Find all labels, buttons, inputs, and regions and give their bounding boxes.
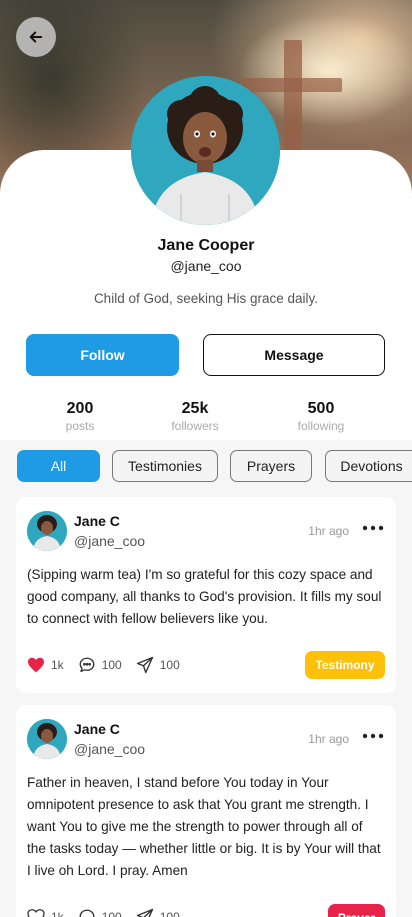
post-text: Father in heaven, I stand before You tod… [27, 775, 381, 878]
post-card[interactable]: Jane C @jane_coo 1hr ago (Sipping warm t… [16, 497, 396, 693]
follow-button[interactable]: Follow [26, 334, 179, 376]
post-time: 1hr ago [308, 732, 349, 746]
author-handle: @jane_coo [74, 533, 146, 549]
share-button[interactable]: 100 [136, 656, 180, 674]
post-actions: 1k 100 100 [27, 653, 194, 677]
like-button[interactable]: 1k [27, 657, 64, 673]
comment-button[interactable]: 100 [78, 656, 122, 674]
stat-value: 25k [181, 400, 209, 417]
arrow-left-icon [29, 31, 43, 43]
stat-value: 200 [66, 400, 94, 417]
comment-count: 100 [101, 910, 122, 917]
author-handle: @jane_coo [74, 741, 146, 757]
author-name[interactable]: Jane C [74, 721, 120, 737]
author-avatar[interactable] [27, 719, 67, 759]
post-tag-testimony[interactable]: Testimony [305, 651, 385, 679]
profile-name: Jane Cooper [157, 237, 255, 254]
share-count: 100 [159, 910, 180, 917]
profile-handle: @jane_coo [170, 258, 242, 274]
stat-posts[interactable]: 200 posts [25, 400, 135, 433]
post-card[interactable]: Jane C @jane_coo 1hr ago Father in heave… [16, 705, 396, 917]
comment-count: 100 [101, 658, 122, 672]
heart-icon [28, 657, 44, 673]
profile-avatar [131, 76, 280, 225]
stat-label: posts [65, 419, 95, 433]
author-name[interactable]: Jane C [74, 513, 120, 529]
filter-chip-prayers[interactable]: Prayers [230, 450, 312, 482]
more-horizontal-icon[interactable] [362, 519, 384, 537]
share-count: 100 [159, 658, 180, 672]
stat-following[interactable]: 500 following [266, 400, 376, 433]
post-tag-prayer[interactable]: Prayer [328, 904, 385, 917]
comment-button[interactable]: 100 [78, 908, 122, 917]
send-icon [136, 656, 153, 674]
heart-icon [27, 909, 45, 917]
filter-chip-testimonies[interactable]: Testimonies [112, 450, 218, 482]
author-avatar[interactable] [27, 511, 67, 551]
filter-chip-all[interactable]: All [17, 450, 100, 482]
back-button[interactable] [16, 17, 56, 57]
send-icon [136, 908, 153, 917]
like-count: 1k [51, 910, 64, 917]
like-button[interactable]: 1k [27, 909, 64, 917]
comment-icon [79, 909, 95, 917]
post-actions: 1k 100 100 [27, 905, 194, 917]
message-button[interactable]: Message [203, 334, 385, 376]
stat-followers[interactable]: 25k followers [140, 400, 250, 433]
comment-icon [79, 657, 95, 673]
more-horizontal-icon[interactable] [362, 727, 384, 745]
stat-label: followers [171, 419, 219, 433]
share-button[interactable]: 100 [136, 908, 180, 917]
like-count: 1k [51, 658, 64, 672]
profile-bio: Child of God, seeking His grace daily. [93, 291, 319, 306]
post-text: (Sipping warm tea) I'm so grateful for t… [27, 567, 382, 626]
filter-chip-devotions[interactable]: Devotions [325, 450, 412, 482]
post-time: 1hr ago [308, 524, 349, 538]
stat-value: 500 [307, 400, 335, 417]
stat-label: following [297, 419, 345, 433]
